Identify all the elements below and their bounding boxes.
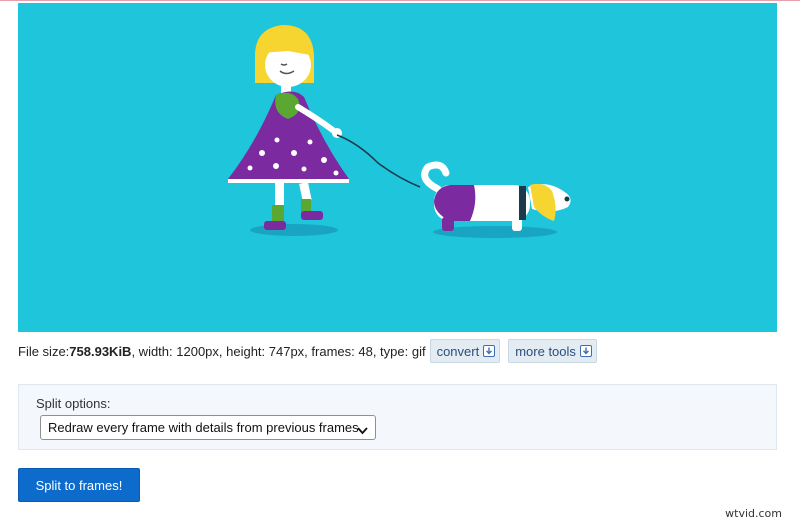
split-options-panel: Split options: Redraw every frame with d… bbox=[18, 384, 777, 450]
file-details: , width: 1200px, height: 747px, frames: … bbox=[131, 343, 426, 359]
split-method-select[interactable]: Redraw every frame with details from pre… bbox=[40, 415, 376, 440]
gif-preview bbox=[18, 3, 777, 332]
more-tools-button[interactable]: more tools bbox=[508, 339, 597, 363]
chevron-down-icon bbox=[357, 423, 368, 438]
more-tools-label: more tools bbox=[515, 343, 576, 359]
girl-walking-dog-illustration bbox=[228, 25, 571, 238]
split-method-selected: Redraw every frame with details from pre… bbox=[48, 420, 359, 435]
convert-label: convert bbox=[436, 343, 480, 359]
top-rule bbox=[0, 0, 800, 1]
file-size-label: File size: bbox=[18, 343, 70, 359]
arrow-down-icon bbox=[579, 345, 592, 357]
file-size-value: 758.93KiB bbox=[69, 343, 132, 359]
watermark: wtvid.com bbox=[725, 507, 782, 520]
split-to-frames-button[interactable]: Split to frames! bbox=[18, 468, 140, 502]
file-info: File size: 758.93KiB , width: 1200px, he… bbox=[18, 338, 597, 364]
arrow-down-icon bbox=[483, 345, 496, 357]
convert-button[interactable]: convert bbox=[429, 339, 501, 363]
split-options-label: Split options: bbox=[36, 396, 111, 411]
